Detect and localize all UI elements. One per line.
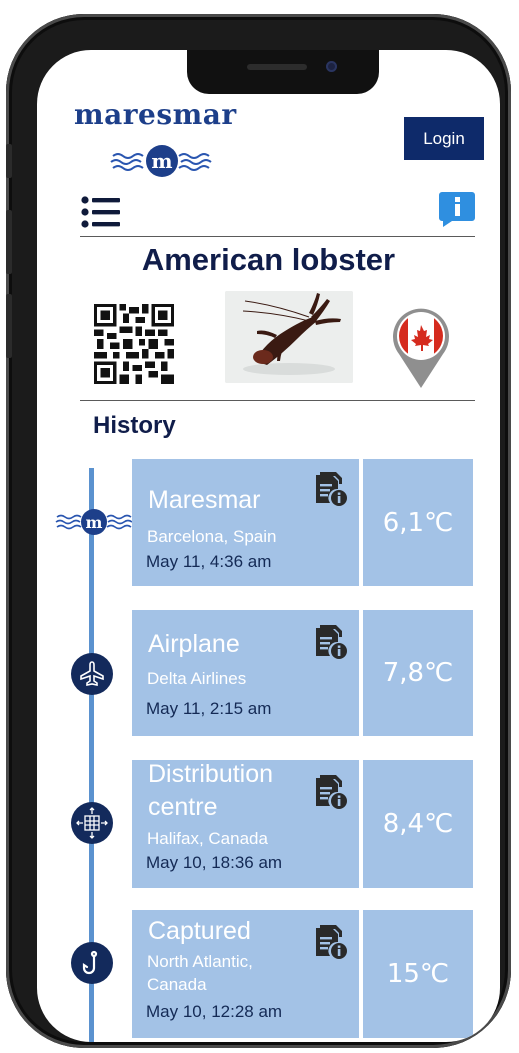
maresmar-logo-icon: m [110, 145, 212, 177]
phone-frame: maresmar m Login American lobster Histor… [6, 14, 511, 1048]
history-card-distribution-centre[interactable]: Distribution centre Halifax, Canada May … [132, 760, 359, 888]
qr-code-icon[interactable] [94, 304, 174, 384]
volume-down-button [6, 294, 12, 358]
event-time: May 10, 18:36 am [146, 853, 283, 872]
temperature-value: 7,8℃ [363, 610, 473, 736]
event-name-line2: centre [148, 793, 218, 821]
event-place: Delta Airlines [147, 669, 247, 688]
fishing-hook-icon [71, 942, 113, 984]
event-name: Maresmar [148, 486, 261, 514]
temperature-value: 15℃ [363, 910, 473, 1038]
history-card-airplane[interactable]: Airplane Delta Airlines May 11, 2:15 am [132, 610, 359, 736]
front-camera [326, 61, 337, 72]
menu-list-icon[interactable] [81, 195, 121, 229]
svg-text:m: m [86, 513, 103, 532]
document-info-icon[interactable] [312, 922, 348, 960]
event-name: Airplane [148, 630, 240, 658]
document-info-icon[interactable] [312, 622, 348, 660]
header-divider [80, 236, 475, 237]
canada-flag-pin-icon [393, 308, 449, 388]
event-place: Barcelona, Spain [147, 527, 277, 546]
history-card-maresmar[interactable]: Maresmar Barcelona, Spain May 11, 4:36 a… [132, 459, 359, 586]
history-card-captured[interactable]: Captured North Atlantic, Canada May 10, … [132, 910, 359, 1038]
document-info-icon[interactable] [312, 469, 348, 507]
maresmar-logo-icon: m [55, 509, 133, 535]
event-place-line2: Canada [147, 975, 207, 994]
product-divider [80, 400, 475, 401]
temperature-value: 6,1℃ [363, 459, 473, 586]
event-name-line1: Distribution [148, 760, 274, 788]
lobster-photo [225, 291, 353, 383]
speaker-grille [247, 64, 307, 70]
event-time: May 11, 2:15 am [146, 699, 272, 718]
brand-logo-text: maresmar [74, 98, 237, 131]
event-place: Halifax, Canada [147, 829, 268, 848]
volume-up-button [6, 210, 12, 274]
info-icon[interactable] [438, 190, 476, 228]
login-button[interactable]: Login [404, 117, 484, 160]
notch [187, 50, 379, 94]
product-title: American lobster [141, 242, 396, 277]
temperature-value: 8,4℃ [363, 760, 473, 888]
event-place-line1: North Atlantic, [147, 952, 253, 971]
event-name: Captured [148, 917, 251, 945]
airplane-icon [71, 653, 113, 695]
mute-switch [6, 144, 12, 178]
history-heading: History [93, 412, 176, 439]
distribution-centre-icon [71, 802, 113, 844]
app-screen: maresmar m Login American lobster Histor… [37, 50, 500, 1042]
event-time: May 11, 4:36 am [146, 552, 272, 571]
event-time: May 10, 12:28 am [146, 1002, 283, 1021]
svg-text:m: m [151, 149, 172, 173]
document-info-icon[interactable] [312, 772, 348, 810]
